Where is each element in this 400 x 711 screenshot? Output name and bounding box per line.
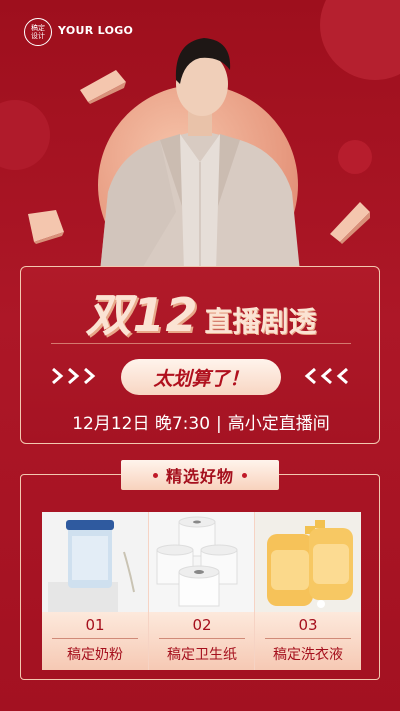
product-name: 稿定奶粉	[67, 647, 123, 663]
promo-pill[interactable]: 太划算了！	[121, 359, 281, 395]
product-card[interactable]: 01 稿定奶粉	[42, 512, 148, 670]
logo-badge-text: 稿定 设计	[31, 24, 45, 40]
divider	[265, 638, 351, 639]
info-panel: 双12 直播剧透 太划算了！ 12月12日 晚7:30 | 高小定直播间	[20, 266, 380, 444]
product-num: 03	[298, 616, 318, 634]
headline: 双12 直播剧透	[21, 279, 381, 345]
laundry-detergent-icon	[255, 512, 361, 612]
poster: 稿定 设计 YOUR LOGO 双12 直播剧透 太划算了！ 12月12日 晚7…	[0, 0, 400, 711]
product-card[interactable]: 03 稿定洗衣液	[254, 512, 361, 670]
divider	[52, 638, 138, 639]
promo-pill-label: 太划算了！	[153, 367, 249, 390]
dot-icon	[242, 472, 247, 478]
date-time: 12月12日 晚7:30	[72, 414, 211, 434]
paper-piece-icon	[330, 202, 370, 244]
product-num: 01	[85, 616, 105, 634]
product-card[interactable]: 02 稿定卫生纸	[148, 512, 255, 670]
decor-circle	[338, 140, 372, 174]
dot-icon	[152, 472, 158, 478]
product-num: 02	[192, 616, 212, 634]
headline-big: 双12	[85, 288, 199, 342]
date-separator: |	[216, 414, 222, 434]
live-room: 高小定直播间	[227, 414, 330, 434]
products-title-text: 精选好物	[165, 467, 234, 486]
decor-circle	[320, 0, 400, 80]
paper-piece-icon	[28, 210, 64, 244]
chevrons-right-icon	[51, 367, 97, 385]
products-title: 精选好物	[121, 460, 279, 490]
chevrons-left-icon	[303, 367, 349, 385]
headline-sub: 直播剧透	[204, 305, 317, 338]
divider	[159, 638, 245, 639]
divider	[51, 343, 351, 344]
toilet-paper-icon	[149, 512, 255, 612]
product-name: 稿定卫生纸	[167, 647, 237, 663]
model-photo	[80, 22, 320, 272]
logo-badge[interactable]: 稿定 设计	[24, 18, 52, 46]
decor-circle	[0, 100, 50, 170]
milk-powder-can-icon	[42, 512, 148, 612]
product-cards: 01 稿定奶粉 02 稿定卫生纸 03 稿定洗衣液	[42, 512, 361, 670]
product-name: 稿定洗衣液	[273, 647, 343, 663]
date-line: 12月12日 晚7:30 | 高小定直播间	[21, 409, 381, 434]
